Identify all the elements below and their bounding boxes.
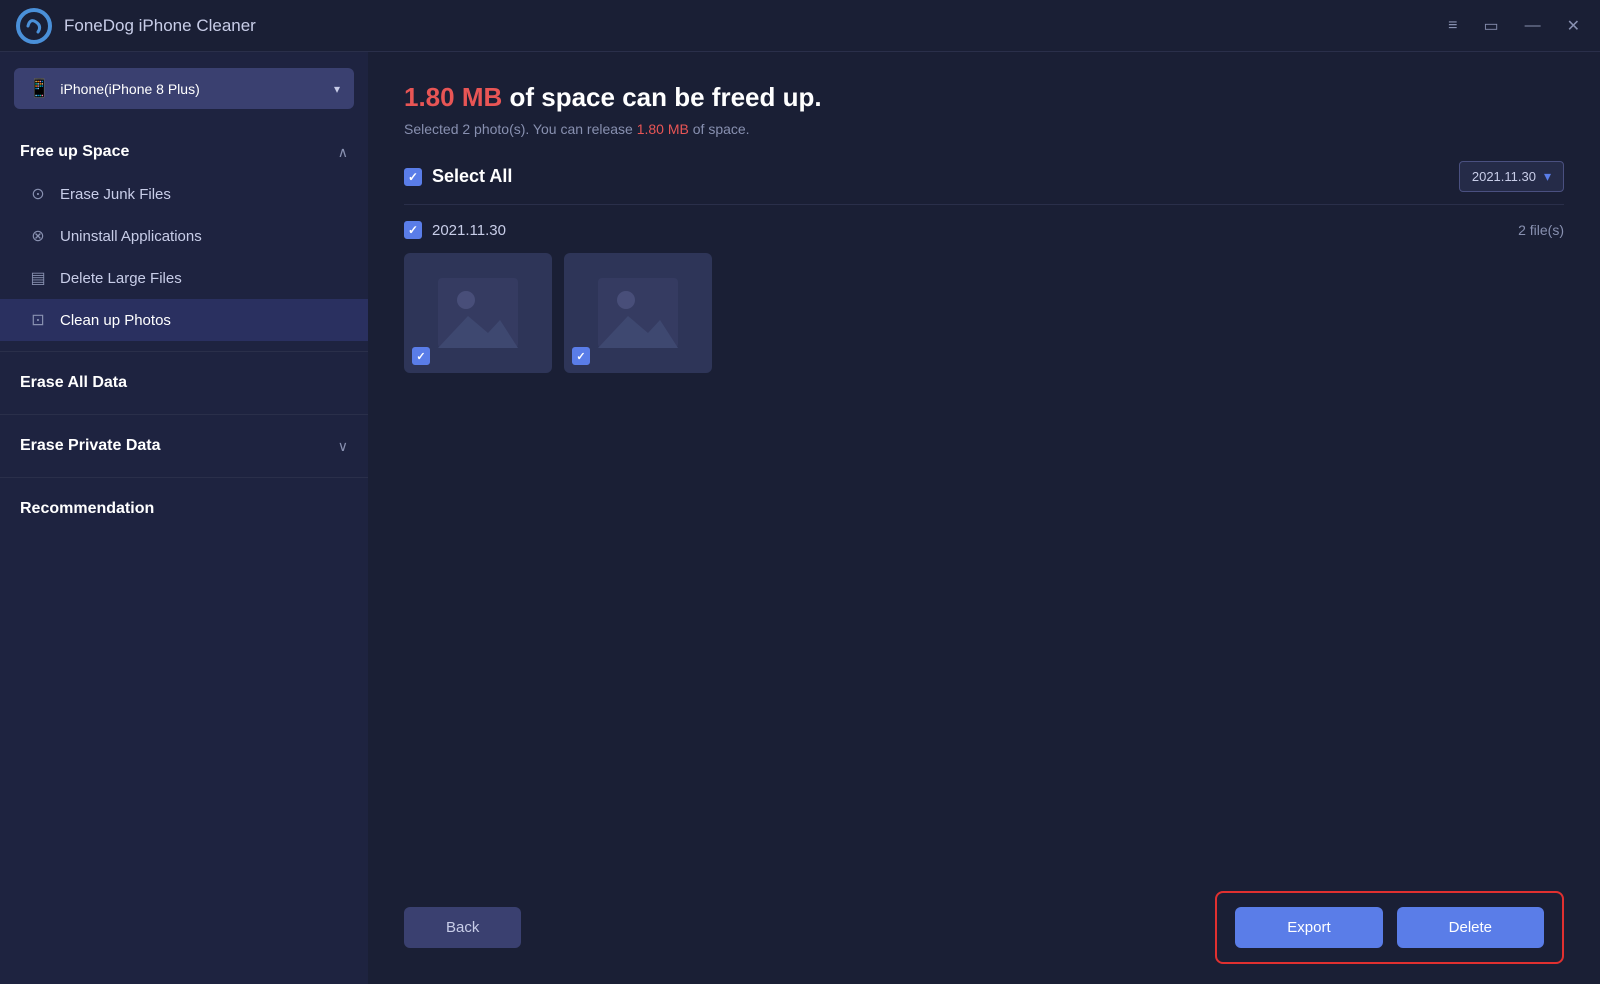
photo-icon: ⊡ <box>28 310 48 330</box>
app-icon: ⊗ <box>28 226 48 246</box>
select-all-row: Select All 2021.11.30 ▾ <box>404 161 1564 205</box>
menu-icon[interactable]: ≡ <box>1444 13 1461 39</box>
chat-icon[interactable]: ▭ <box>1479 12 1502 40</box>
export-button[interactable]: Export <box>1235 907 1382 948</box>
sidebar-divider-1 <box>0 351 368 352</box>
back-button[interactable]: Back <box>404 907 521 948</box>
sidebar-section-erase-private-data: Erase Private Data ∨ <box>0 419 368 473</box>
device-selector[interactable]: 📱 iPhone(iPhone 8 Plus) ▾ <box>14 68 354 109</box>
photo-group-date: 2021.11.30 <box>432 222 506 239</box>
select-all-label: Select All <box>432 166 512 187</box>
erase-private-data-header[interactable]: Erase Private Data ∨ <box>0 425 368 467</box>
date-dropdown-arrow-icon: ▾ <box>1544 168 1551 185</box>
photo-group-header: 2021.11.30 2 file(s) <box>404 221 1564 239</box>
photo-group-left: 2021.11.30 <box>404 221 506 239</box>
app-logo-icon <box>16 8 52 44</box>
sidebar-divider-2 <box>0 414 368 415</box>
phone-icon: 📱 <box>28 78 50 99</box>
sidebar-item-uninstall-applications[interactable]: ⊗ Uninstall Applications <box>0 215 368 257</box>
photos-grid <box>404 253 1564 373</box>
photo-thumb[interactable] <box>404 253 552 373</box>
bottom-right-actions: Export Delete <box>1215 891 1564 964</box>
sidebar-item-label: Uninstall Applications <box>60 228 202 245</box>
photo-placeholder-icon <box>438 278 518 348</box>
free-up-space-title: Free up Space <box>20 143 129 161</box>
sidebar-item-label: Clean up Photos <box>60 312 171 329</box>
subtitle-size: 1.80 MB <box>637 121 689 137</box>
free-up-space-arrow-icon: ∧ <box>338 144 348 161</box>
sidebar-section-free-up-space: Free up Space ∧ ⊙ Erase Junk Files ⊗ Uni… <box>0 125 368 347</box>
photo-group: 2021.11.30 2 file(s) <box>404 221 1564 373</box>
photo-thumb-checkbox[interactable] <box>572 347 590 365</box>
delete-button[interactable]: Delete <box>1397 907 1544 948</box>
erase-all-data-title: Erase All Data <box>20 374 127 392</box>
sidebar-item-erase-junk-files[interactable]: ⊙ Erase Junk Files <box>0 173 368 215</box>
space-subtitle: Selected 2 photo(s). You can release 1.8… <box>404 121 1564 137</box>
photo-group-checkbox[interactable] <box>404 221 422 239</box>
bottom-bar: Back Export Delete <box>368 871 1600 984</box>
photo-group-count: 2 file(s) <box>1518 222 1564 238</box>
sidebar-divider-3 <box>0 477 368 478</box>
space-title: 1.80 MB of space can be freed up. <box>404 82 1564 113</box>
content-header: 1.80 MB of space can be freed up. Select… <box>404 82 1564 137</box>
photo-thumb[interactable] <box>564 253 712 373</box>
titlebar-left: FoneDog iPhone Cleaner <box>16 8 256 44</box>
erase-private-data-arrow-icon: ∨ <box>338 438 348 455</box>
date-dropdown-label: 2021.11.30 <box>1472 169 1536 184</box>
size-highlight: 1.80 MB <box>404 82 502 112</box>
main-layout: 📱 iPhone(iPhone 8 Plus) ▾ Free up Space … <box>0 52 1600 984</box>
sidebar-section-recommendation: Recommendation <box>0 482 368 536</box>
titlebar-controls: ≡ ▭ — ✕ <box>1444 12 1584 40</box>
title-text: of space can be freed up. <box>502 82 821 112</box>
app-title: FoneDog iPhone Cleaner <box>64 16 256 36</box>
recommendation-title: Recommendation <box>20 500 154 518</box>
device-selector-arrow-icon: ▾ <box>334 82 340 96</box>
titlebar: FoneDog iPhone Cleaner ≡ ▭ — ✕ <box>0 0 1600 52</box>
sidebar-item-label: Delete Large Files <box>60 270 182 287</box>
erase-all-data-header[interactable]: Erase All Data <box>0 362 368 404</box>
date-dropdown[interactable]: 2021.11.30 ▾ <box>1459 161 1564 192</box>
recommendation-header[interactable]: Recommendation <box>0 488 368 530</box>
erase-private-data-title: Erase Private Data <box>20 437 161 455</box>
content-area: 1.80 MB of space can be freed up. Select… <box>368 52 1600 984</box>
sidebar-item-label: Erase Junk Files <box>60 186 171 203</box>
sidebar-item-clean-up-photos[interactable]: ⊡ Clean up Photos <box>0 299 368 341</box>
select-all-left: Select All <box>404 166 512 187</box>
clock-icon: ⊙ <box>28 184 48 204</box>
sidebar: 📱 iPhone(iPhone 8 Plus) ▾ Free up Space … <box>0 52 368 984</box>
sidebar-section-erase-all-data: Erase All Data <box>0 356 368 410</box>
device-label: iPhone(iPhone 8 Plus) <box>60 81 324 97</box>
subtitle-suffix: of space. <box>689 121 750 137</box>
subtitle-prefix: Selected 2 photo(s). You can release <box>404 121 637 137</box>
free-up-space-header[interactable]: Free up Space ∧ <box>0 131 368 173</box>
select-all-checkbox[interactable] <box>404 168 422 186</box>
sidebar-item-delete-large-files[interactable]: ▤ Delete Large Files <box>0 257 368 299</box>
close-icon[interactable]: ✕ <box>1563 12 1584 40</box>
file-icon: ▤ <box>28 268 48 288</box>
minimize-icon[interactable]: — <box>1521 13 1545 39</box>
photo-thumb-checkbox[interactable] <box>412 347 430 365</box>
photo-placeholder-icon <box>598 278 678 348</box>
